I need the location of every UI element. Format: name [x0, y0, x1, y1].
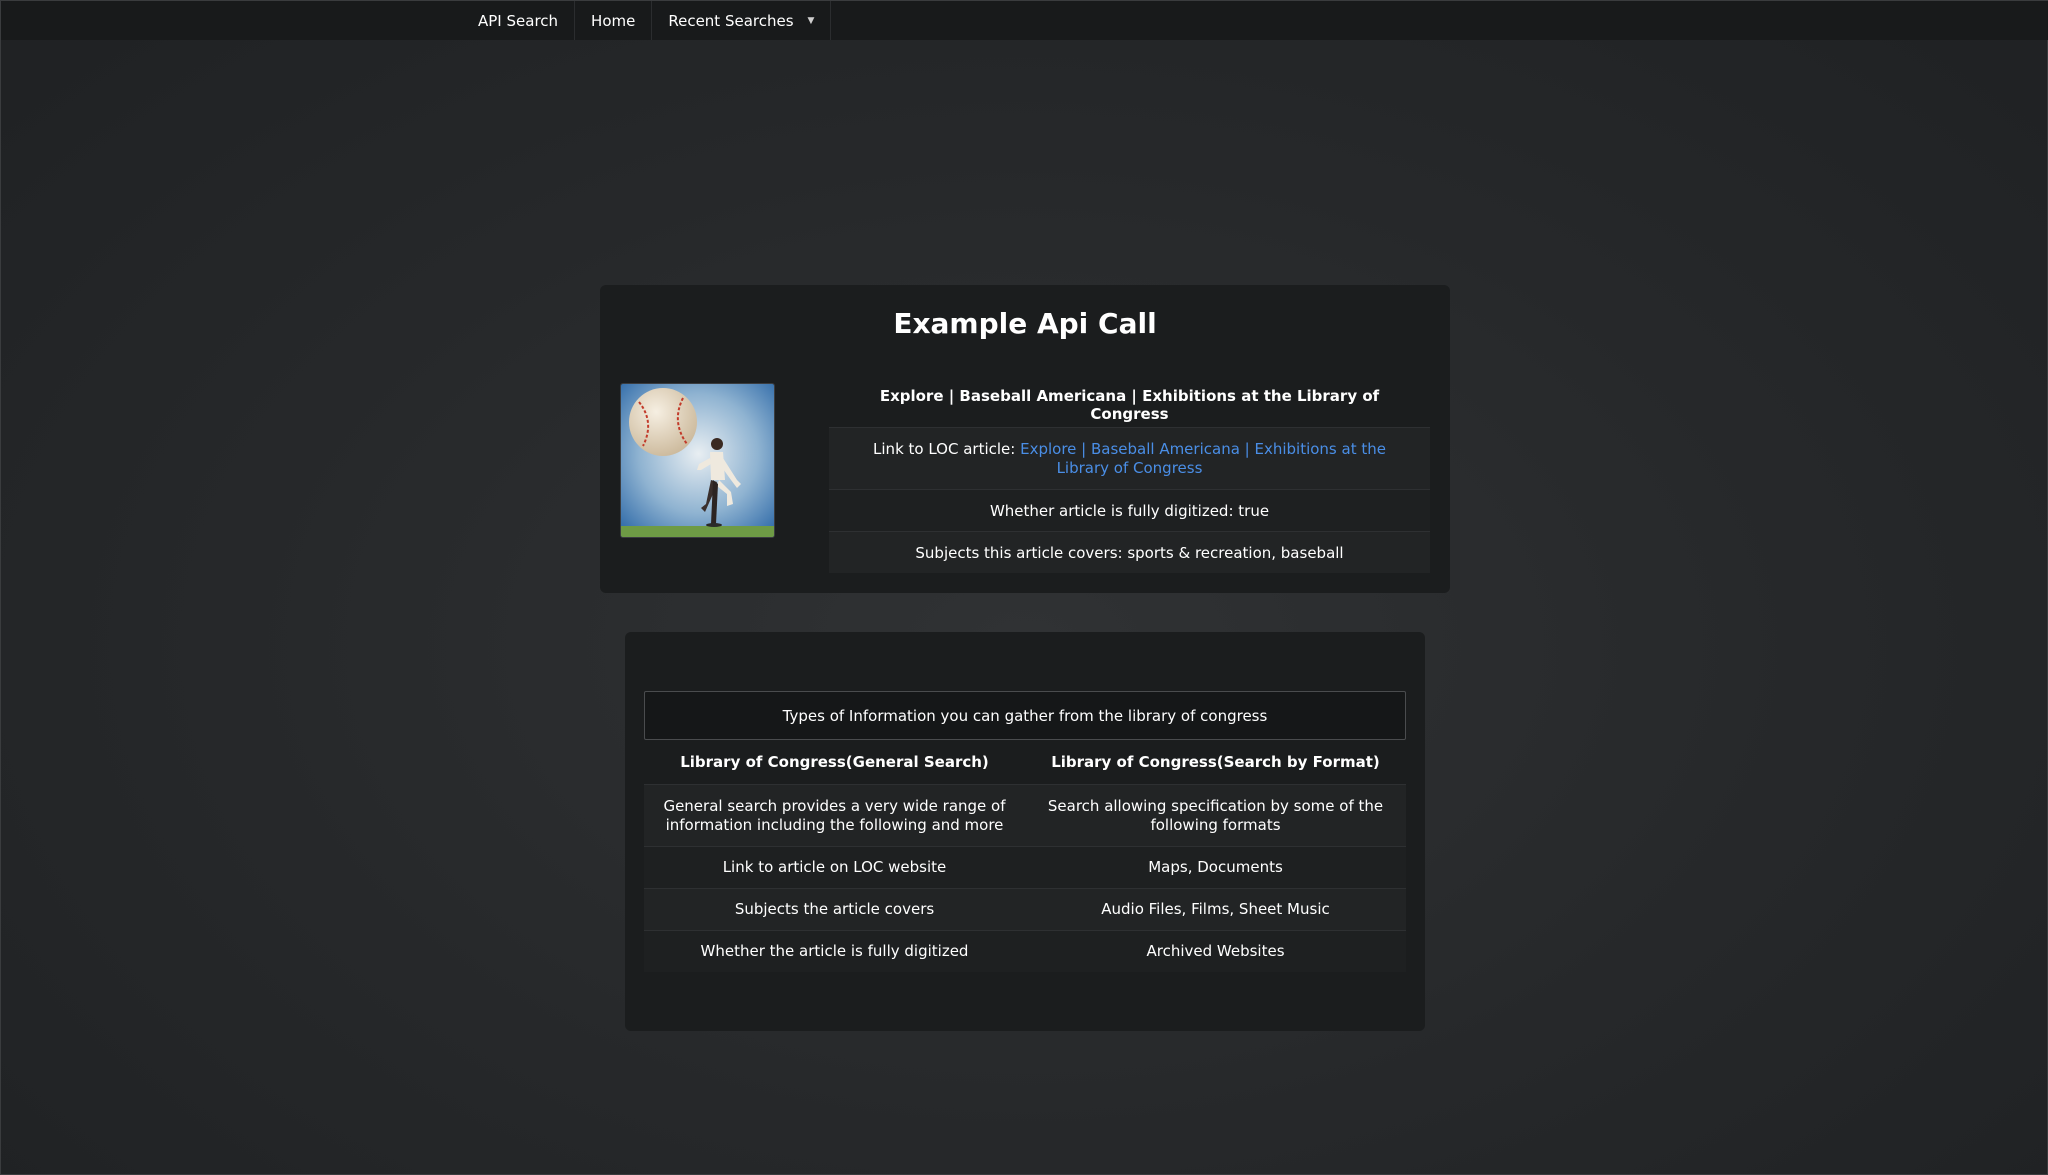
table-cell: General search provides a very wide rang… [663, 796, 1006, 834]
table-cell: Link to article on LOC website [722, 858, 947, 876]
baseball-pitcher-image [621, 384, 774, 537]
table-cell: Subjects the article covers [734, 900, 935, 918]
article-link-row: Link to LOC article: Explore | Baseball … [829, 427, 1430, 489]
article-link-text: Link to LOC article: Explore | Baseball … [853, 440, 1406, 478]
article-info-table: Explore | Baseball Americana | Exhibitio… [829, 383, 1430, 573]
table-cell: Audio Files, Films, Sheet Music [1101, 900, 1330, 918]
nav-home[interactable]: Home [575, 1, 653, 40]
chevron-down-icon: ▼ [807, 15, 815, 26]
card-title: Example Api Call [893, 307, 1157, 340]
table-row: Subjects the article covers Audio Files,… [644, 888, 1406, 930]
page: API Search Home Recent Searches ▼ Exampl… [0, 0, 2048, 1175]
nav-recent-searches-label: Recent Searches [668, 11, 794, 30]
table-header-row: Library of Congress(General Search) Libr… [644, 740, 1406, 784]
link-label: Link to LOC article: [873, 439, 1021, 458]
table-row: Link to article on LOC website Maps, Doc… [644, 846, 1406, 888]
table-cell: Search allowing specification by some of… [1047, 796, 1384, 834]
header-search-by-format: Library of Congress(Search by Format) [1051, 752, 1380, 771]
subjects-row: Subjects this article covers: sports & r… [829, 531, 1430, 573]
article-title: Explore | Baseball Americana | Exhibitio… [829, 383, 1430, 427]
article-thumbnail [620, 383, 775, 538]
types-caption: Types of Information you can gather from… [644, 691, 1406, 740]
types-info-card: Types of Information you can gather from… [625, 632, 1425, 1031]
loc-article-link[interactable]: Explore | Baseball Americana | Exhibitio… [1020, 440, 1386, 477]
digitized-row: Whether article is fully digitized: true [829, 489, 1430, 531]
header-general-search: Library of Congress(General Search) [680, 752, 989, 771]
table-cell: Whether the article is fully digitized [700, 942, 969, 960]
nav-recent-searches-dropdown[interactable]: Recent Searches ▼ [652, 1, 832, 40]
table-cell: Archived Websites [1146, 942, 1285, 960]
table-row: General search provides a very wide rang… [644, 784, 1406, 846]
table-row: Whether the article is fully digitized A… [644, 930, 1406, 972]
nav-menu: API Search Home Recent Searches ▼ [462, 1, 832, 40]
nav-api-search[interactable]: API Search [462, 1, 576, 40]
example-api-card: Example Api Call Explore | Baseball Amer… [600, 285, 1450, 593]
navbar: API Search Home Recent Searches ▼ [1, 1, 2048, 40]
table-cell: Maps, Documents [1148, 858, 1283, 876]
types-table: Types of Information you can gather from… [644, 691, 1406, 972]
